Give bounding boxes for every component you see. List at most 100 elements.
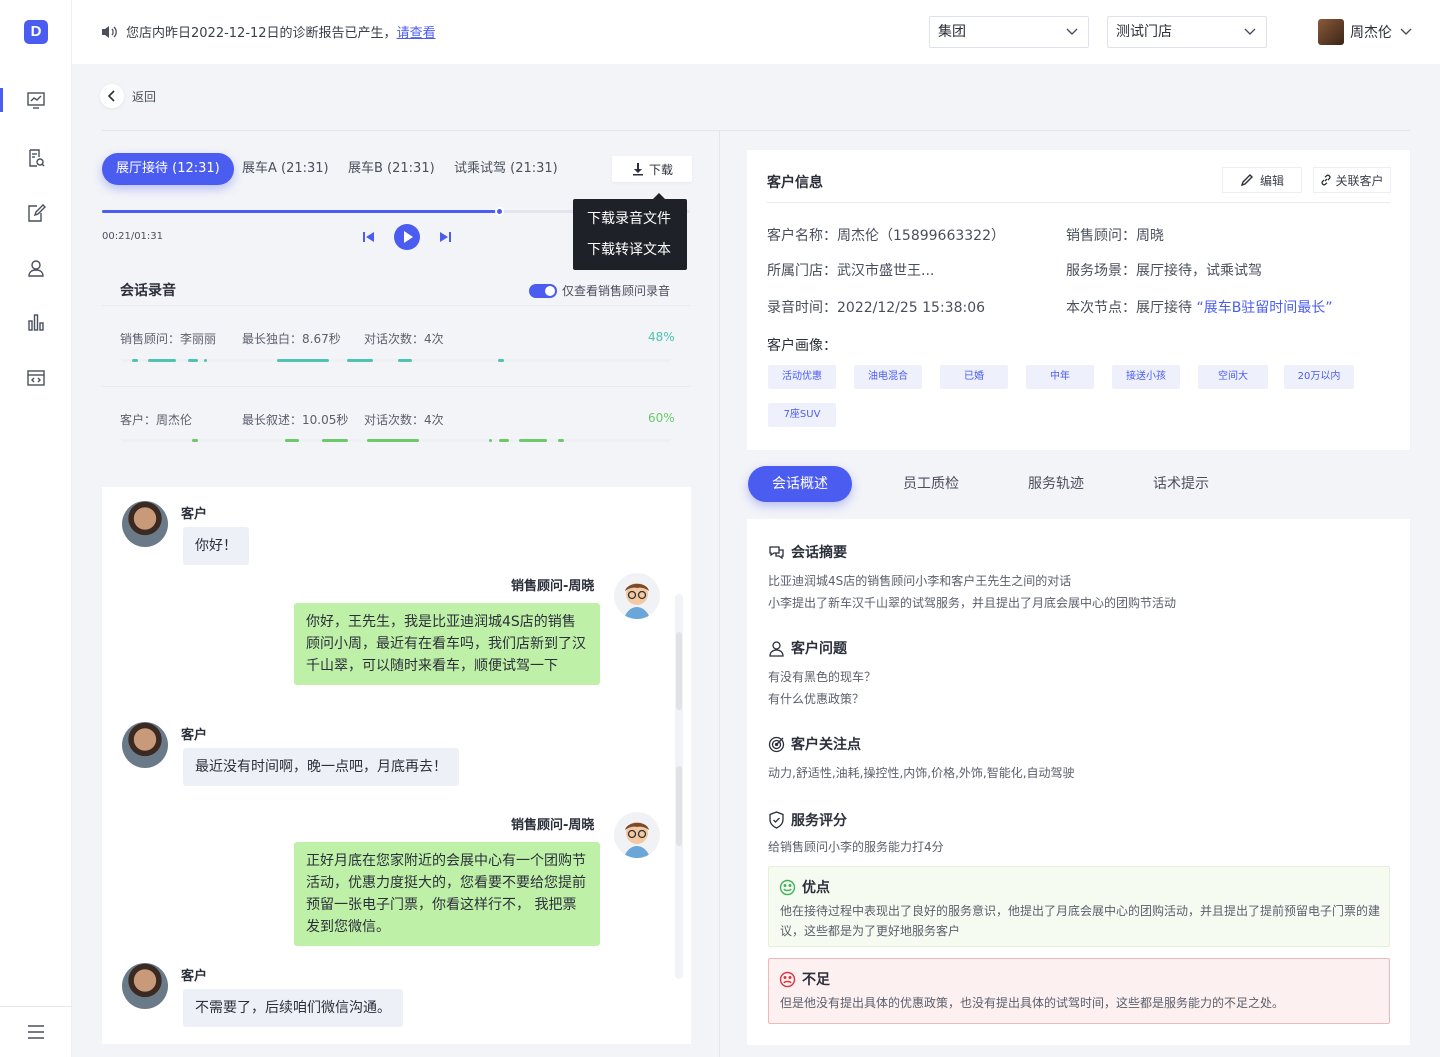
speech-segment <box>367 439 419 442</box>
portrait-label: 客户画像： <box>767 338 837 354</box>
focus-title: 客户关注点 <box>791 737 861 753</box>
advisor-only-toggle[interactable] <box>529 284 557 298</box>
issue-line: 有什么优惠政策？ <box>768 692 865 706</box>
back-label: 返回 <box>132 89 157 104</box>
audio-progress-handle[interactable] <box>494 207 504 216</box>
sidebar: D <box>0 0 72 1057</box>
speech-segment <box>204 359 207 362</box>
speech-segment <box>489 439 492 442</box>
nav-report-search-icon[interactable] <box>0 138 72 178</box>
download-button[interactable]: 下载 <box>612 156 692 182</box>
notice-bar: 您店内昨日2022-12-12日的诊断报告已产生， 请查看 <box>100 22 436 41</box>
speech-segment <box>519 439 547 442</box>
score-section-title: 服务评分 <box>768 810 847 830</box>
scrollbar-thumb[interactable] <box>676 632 682 710</box>
cons-title-row: 不足 <box>779 969 830 989</box>
portrait-tag: 空间大 <box>1198 365 1268 389</box>
chat-sender-name: 客户 <box>181 507 208 522</box>
chat-scrollbar[interactable] <box>675 594 683 979</box>
speaker-icon <box>102 25 117 38</box>
cons-box: 不足 但是他没有提出具体的优惠政策，也没有提出具体的试驾时间，这些都是服务能力的… <box>768 958 1390 1024</box>
user-menu[interactable]: 周杰伦 <box>1318 18 1412 46</box>
store-select-value: 测试门店 <box>1116 24 1172 40</box>
chat-sender-name: 销售顾问-周晓 <box>511 818 595 833</box>
speech-segment <box>148 359 176 362</box>
chat-sender-name: 销售顾问-周晓 <box>511 579 595 594</box>
advisor-field: 销售顾问：周晓 <box>1066 228 1164 244</box>
summary-section-title: 会话摘要 <box>768 542 847 562</box>
customer-turns: 对话次数：4次 <box>364 413 444 427</box>
pros-title-row: 优点 <box>779 877 830 897</box>
menu-toggle-icon[interactable] <box>0 1006 72 1057</box>
tab-script-tips[interactable]: 话术提示 <box>1130 466 1232 502</box>
speech-segment <box>285 439 299 442</box>
tab-staff-inspection[interactable]: 员工质检 <box>880 466 982 502</box>
divider <box>102 305 690 306</box>
customer-timeline[interactable] <box>122 439 670 442</box>
advisor-avatar <box>614 573 660 619</box>
tab-service-track[interactable]: 服务轨迹 <box>1005 466 1107 502</box>
cons-text: 但是他没有提出具体的优惠政策，也没有提出具体的试驾时间，这些都是服务能力的不足之… <box>780 996 1285 1010</box>
nav-user-icon[interactable] <box>0 248 72 288</box>
download-icon <box>632 163 643 176</box>
nav-edit-doc-icon[interactable] <box>0 193 72 233</box>
skip-previous-icon[interactable] <box>362 230 376 248</box>
portrait-tag: 中年 <box>1026 365 1094 389</box>
nav-code-window-icon[interactable] <box>0 358 72 398</box>
pros-text: 他在接待过程中表现出了良好的服务意识，他提出了月底会展中心的团购活动，并且提出了… <box>780 904 1381 938</box>
customer-name: 客户：周杰伦 <box>120 413 193 427</box>
download-text-item[interactable]: 下载转译文本 <box>573 240 687 271</box>
target-icon <box>768 736 785 752</box>
summary-line: 比亚迪润城4S店的销售顾问小李和客户王先生之间的对话 <box>768 574 1072 588</box>
link-icon <box>1321 174 1332 186</box>
node-field: 本次节点：展厅接待 “展车B驻留时间最长” <box>1066 297 1333 317</box>
store-select[interactable]: 测试门店 <box>1107 16 1267 48</box>
advisor-avatar <box>614 812 660 858</box>
skip-next-icon[interactable] <box>438 230 452 248</box>
tab-audio-test-drive[interactable]: 试乘试驾 (21:31) <box>440 153 572 185</box>
play-icon[interactable] <box>393 223 421 255</box>
chat-message: 你好，王先生，我是比亚迪润城4S店的销售顾问小周，最近有在看车吗，我们店新到了汉… <box>294 603 600 685</box>
edit-button[interactable]: 编辑 <box>1222 167 1302 193</box>
speech-segment <box>322 439 348 442</box>
store-field: 所属门店：武汉市盛世王... <box>767 263 935 279</box>
chevron-down-icon <box>1244 28 1256 35</box>
download-audio-item[interactable]: 下载录音文件 <box>573 209 687 240</box>
smile-icon <box>779 879 796 895</box>
tab-audio-showroom[interactable]: 展厅接待 (12:31) <box>102 153 234 185</box>
tab-audio-car-a[interactable]: 展车A (21:31) <box>228 153 343 185</box>
pros-title: 优点 <box>802 880 830 896</box>
advisor-percent: 48% <box>648 330 675 344</box>
app-logo[interactable]: D <box>24 20 48 44</box>
link-customer-button[interactable]: 关联客户 <box>1313 167 1391 193</box>
chat-message: 最近没有时间啊，晚一点吧，月底再去！ <box>183 748 459 786</box>
issue-title: 客户问题 <box>791 641 847 657</box>
scene-field: 服务场景：展厅接待，试乘试驾 <box>1066 263 1262 279</box>
recording-title: 会话录音 <box>120 283 176 299</box>
scrollbar-thumb[interactable] <box>676 766 682 846</box>
back-button[interactable]: 返回 <box>100 84 156 108</box>
issue-section-title: 客户问题 <box>768 638 847 658</box>
customer-info-title: 客户信息 <box>767 175 823 191</box>
group-select[interactable]: 集团 <box>929 16 1089 48</box>
nav-bar-chart-icon[interactable] <box>0 302 72 342</box>
focus-text: 动力,舒适性,油耗,操控性,内饰,价格,外饰,智能化,自动驾驶 <box>768 766 1075 780</box>
tab-audio-car-b[interactable]: 展车B (21:31) <box>334 153 449 185</box>
focus-section-title: 客户关注点 <box>768 734 861 754</box>
frown-icon <box>779 971 796 987</box>
speech-segment <box>499 439 509 442</box>
score-text: 给销售顾问小李的服务能力打4分 <box>768 840 944 854</box>
chevron-down-icon <box>1066 28 1078 35</box>
download-label: 下载 <box>648 162 673 177</box>
advisor-only-label: 仅查看销售顾问录音 <box>562 284 671 298</box>
advisor-timeline[interactable] <box>122 359 670 362</box>
advisor-longest: 最长独白：8.67秒 <box>242 332 341 346</box>
chat-bubbles-icon <box>769 546 784 560</box>
nav-dashboard-icon[interactable] <box>0 80 72 120</box>
notice-link[interactable]: 请查看 <box>397 22 436 41</box>
tab-conversation-overview[interactable]: 会话概述 <box>748 466 852 502</box>
person-icon <box>769 640 784 657</box>
pros-box: 优点 他在接待过程中表现出了良好的服务意识，他提出了月底会展中心的团购活动，并且… <box>768 866 1390 947</box>
portrait-tag: 活动优惠 <box>768 365 836 389</box>
chevron-down-icon <box>1400 28 1412 35</box>
